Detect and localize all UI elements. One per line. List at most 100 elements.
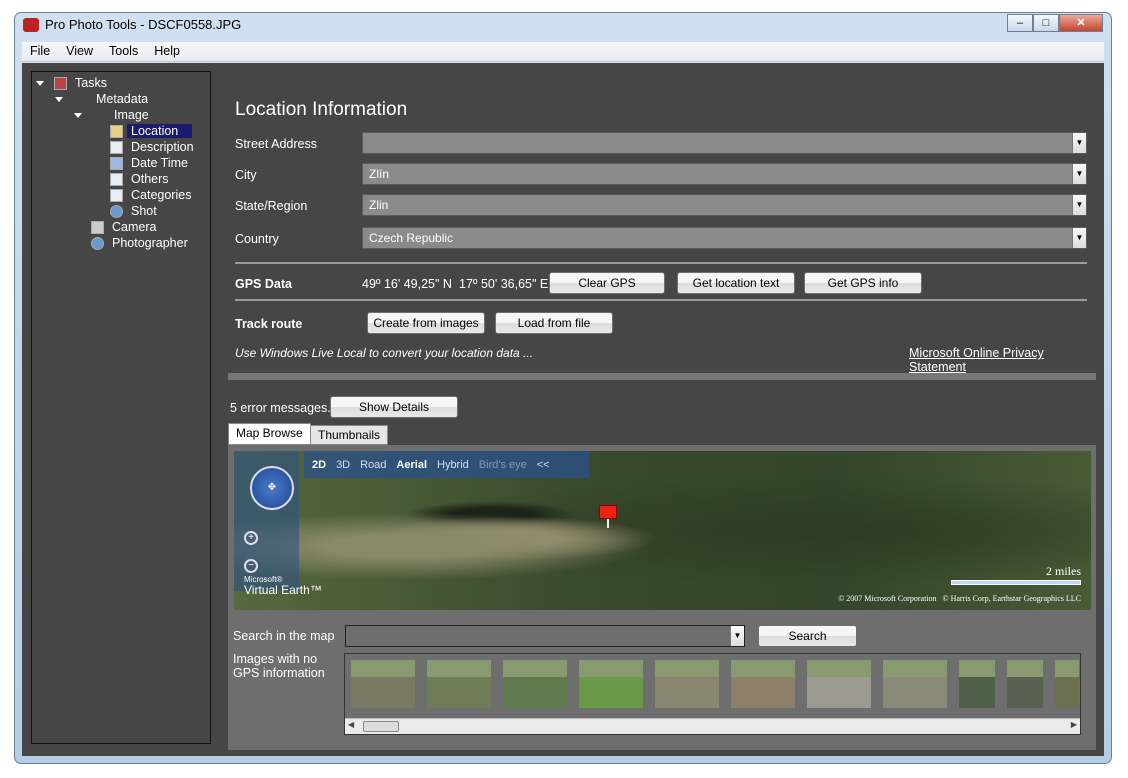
minimize-button[interactable]: –: [1007, 14, 1033, 32]
map-search-input[interactable]: ▼: [345, 625, 745, 647]
virtual-earth-logo: Microsoft® Virtual Earth™: [244, 575, 322, 597]
thumbnail-image[interactable]: [883, 660, 947, 708]
scrollbar-thumb[interactable]: [363, 721, 399, 732]
error-count: 5 error messages.: [230, 401, 331, 415]
tab-thumbnails[interactable]: Thumbnails: [310, 425, 389, 445]
mode-road[interactable]: Road: [360, 459, 386, 471]
hint-text: Use Windows Live Local to convert your l…: [235, 346, 534, 360]
thumbnail-image[interactable]: [579, 660, 643, 708]
tree-item-categories[interactable]: Categories: [110, 187, 191, 203]
thumbnail-image[interactable]: [427, 660, 491, 708]
menu-file[interactable]: File: [22, 42, 58, 61]
tree-item-metadata[interactable]: Metadata: [96, 91, 148, 107]
chevron-down-icon[interactable]: ▼: [1072, 133, 1086, 153]
load-from-file-button[interactable]: Load from file: [495, 312, 613, 334]
show-details-button[interactable]: Show Details: [330, 396, 458, 418]
mode-birds-eye[interactable]: Bird's eye: [479, 459, 527, 471]
country-combo[interactable]: Czech Republic ▼: [362, 227, 1087, 249]
clear-gps-button[interactable]: Clear GPS: [549, 272, 665, 294]
pushpin-icon[interactable]: [599, 505, 617, 528]
chevron-down-icon[interactable]: ▼: [730, 626, 744, 646]
zoom-out-icon[interactable]: −: [244, 559, 258, 573]
state-combo[interactable]: Zlin ▼: [362, 194, 1087, 216]
divider: [235, 262, 1087, 264]
thumbnail-image[interactable]: [1007, 660, 1043, 708]
map-mode-bar: 2D 3D Road Aerial Hybrid Bird's eye <<: [304, 451, 589, 478]
expand-arrow-icon[interactable]: [74, 113, 82, 118]
person-icon: [110, 204, 123, 218]
get-gps-info-button[interactable]: Get GPS info: [804, 272, 922, 294]
app-window: Pro Photo Tools - DSCF0558.JPG – □ ✕ Fil…: [14, 12, 1112, 764]
search-map-label: Search in the map: [233, 629, 335, 643]
app-icon: [23, 17, 39, 32]
thumbnail-image[interactable]: [1055, 660, 1079, 708]
page-title: Location Information: [235, 99, 408, 120]
street-address-combo[interactable]: ▼: [362, 132, 1087, 154]
tree-item-description[interactable]: Description: [110, 139, 194, 155]
street-label: Street Address: [235, 137, 317, 151]
thumbnail-image[interactable]: [731, 660, 795, 708]
list-icon: [110, 188, 123, 202]
scroll-right-icon[interactable]: ▶: [1071, 720, 1077, 729]
menu-tools[interactable]: Tools: [101, 42, 146, 61]
chevron-down-icon[interactable]: ▼: [1072, 195, 1086, 215]
menu-bar: File View Tools Help: [22, 42, 1104, 62]
tree-item-image[interactable]: Image: [114, 107, 149, 123]
zoom-in-icon[interactable]: +: [244, 531, 258, 545]
title-bar: Pro Photo Tools - DSCF0558.JPG: [23, 17, 241, 32]
menu-help[interactable]: Help: [146, 42, 188, 61]
mode-hybrid[interactable]: Hybrid: [437, 459, 469, 471]
map-view[interactable]: ✥ + − Microsoft® Virtual Earth™ 2D 3D Roa…: [234, 451, 1091, 610]
tree-item-photographer[interactable]: Photographer: [91, 235, 188, 251]
maximize-button[interactable]: □: [1033, 14, 1059, 32]
country-label: Country: [235, 232, 279, 246]
tab-map-browse[interactable]: Map Browse: [228, 423, 311, 445]
location-panel: Location Information Street Address ▼ Ci…: [228, 63, 1098, 756]
chevron-down-icon[interactable]: ▼: [1072, 228, 1086, 248]
search-button[interactable]: Search: [758, 625, 857, 647]
thumbnail-image[interactable]: [503, 660, 567, 708]
task-tree: Tasks Metadata Image Location Descriptio…: [31, 71, 211, 744]
tree-item-date-time[interactable]: Date Time: [110, 155, 188, 171]
tree-item-location[interactable]: Location: [110, 123, 193, 139]
thumbnail-image[interactable]: [807, 660, 871, 708]
collapse-bar-button[interactable]: <<: [537, 459, 550, 471]
pan-control-icon[interactable]: ✥: [250, 466, 294, 510]
thumbnail-image[interactable]: [655, 660, 719, 708]
expand-arrow-icon[interactable]: [55, 97, 63, 102]
tree-item-tasks[interactable]: Tasks: [54, 75, 107, 91]
client-area: Tasks Metadata Image Location Descriptio…: [22, 63, 1104, 756]
tree-item-camera[interactable]: Camera: [91, 219, 156, 235]
map-scale: 2 miles: [951, 564, 1081, 585]
tasks-icon: [54, 76, 67, 90]
camera-icon: [91, 220, 104, 234]
horizontal-scrollbar[interactable]: ◀ ▶: [345, 718, 1080, 734]
gps-label: GPS Data: [235, 277, 292, 291]
thumbnail-image[interactable]: [351, 660, 415, 708]
document-icon: [110, 140, 123, 154]
scroll-left-icon[interactable]: ◀: [348, 720, 354, 729]
mode-2d[interactable]: 2D: [312, 459, 326, 471]
thumbnail-strip: ◀ ▶: [344, 653, 1081, 735]
expand-arrow-icon[interactable]: [36, 81, 44, 86]
close-button[interactable]: ✕: [1059, 14, 1103, 32]
city-label: City: [235, 168, 257, 182]
mode-aerial[interactable]: Aerial: [396, 459, 427, 471]
chevron-down-icon[interactable]: ▼: [1072, 164, 1086, 184]
create-from-images-button[interactable]: Create from images: [367, 312, 485, 334]
no-gps-label: Images with no GPS information: [233, 652, 325, 680]
city-combo[interactable]: Zlín ▼: [362, 163, 1087, 185]
thumbnail-image[interactable]: [959, 660, 995, 708]
get-location-text-button[interactable]: Get location text: [677, 272, 795, 294]
tree-item-others[interactable]: Others: [110, 171, 169, 187]
splitter[interactable]: [228, 373, 1096, 380]
map-copyright: © 2007 Microsoft Corporation © Harris Co…: [838, 594, 1081, 603]
mode-3d[interactable]: 3D: [336, 459, 350, 471]
track-route-label: Track route: [235, 317, 303, 331]
map-browse-panel: ✥ + − Microsoft® Virtual Earth™ 2D 3D Roa…: [228, 445, 1096, 750]
state-label: State/Region: [235, 199, 308, 213]
privacy-link[interactable]: Microsoft Online Privacy Statement: [909, 346, 1098, 374]
calendar-icon: [110, 156, 123, 170]
menu-view[interactable]: View: [58, 42, 101, 61]
tree-item-shot[interactable]: Shot: [110, 203, 157, 219]
